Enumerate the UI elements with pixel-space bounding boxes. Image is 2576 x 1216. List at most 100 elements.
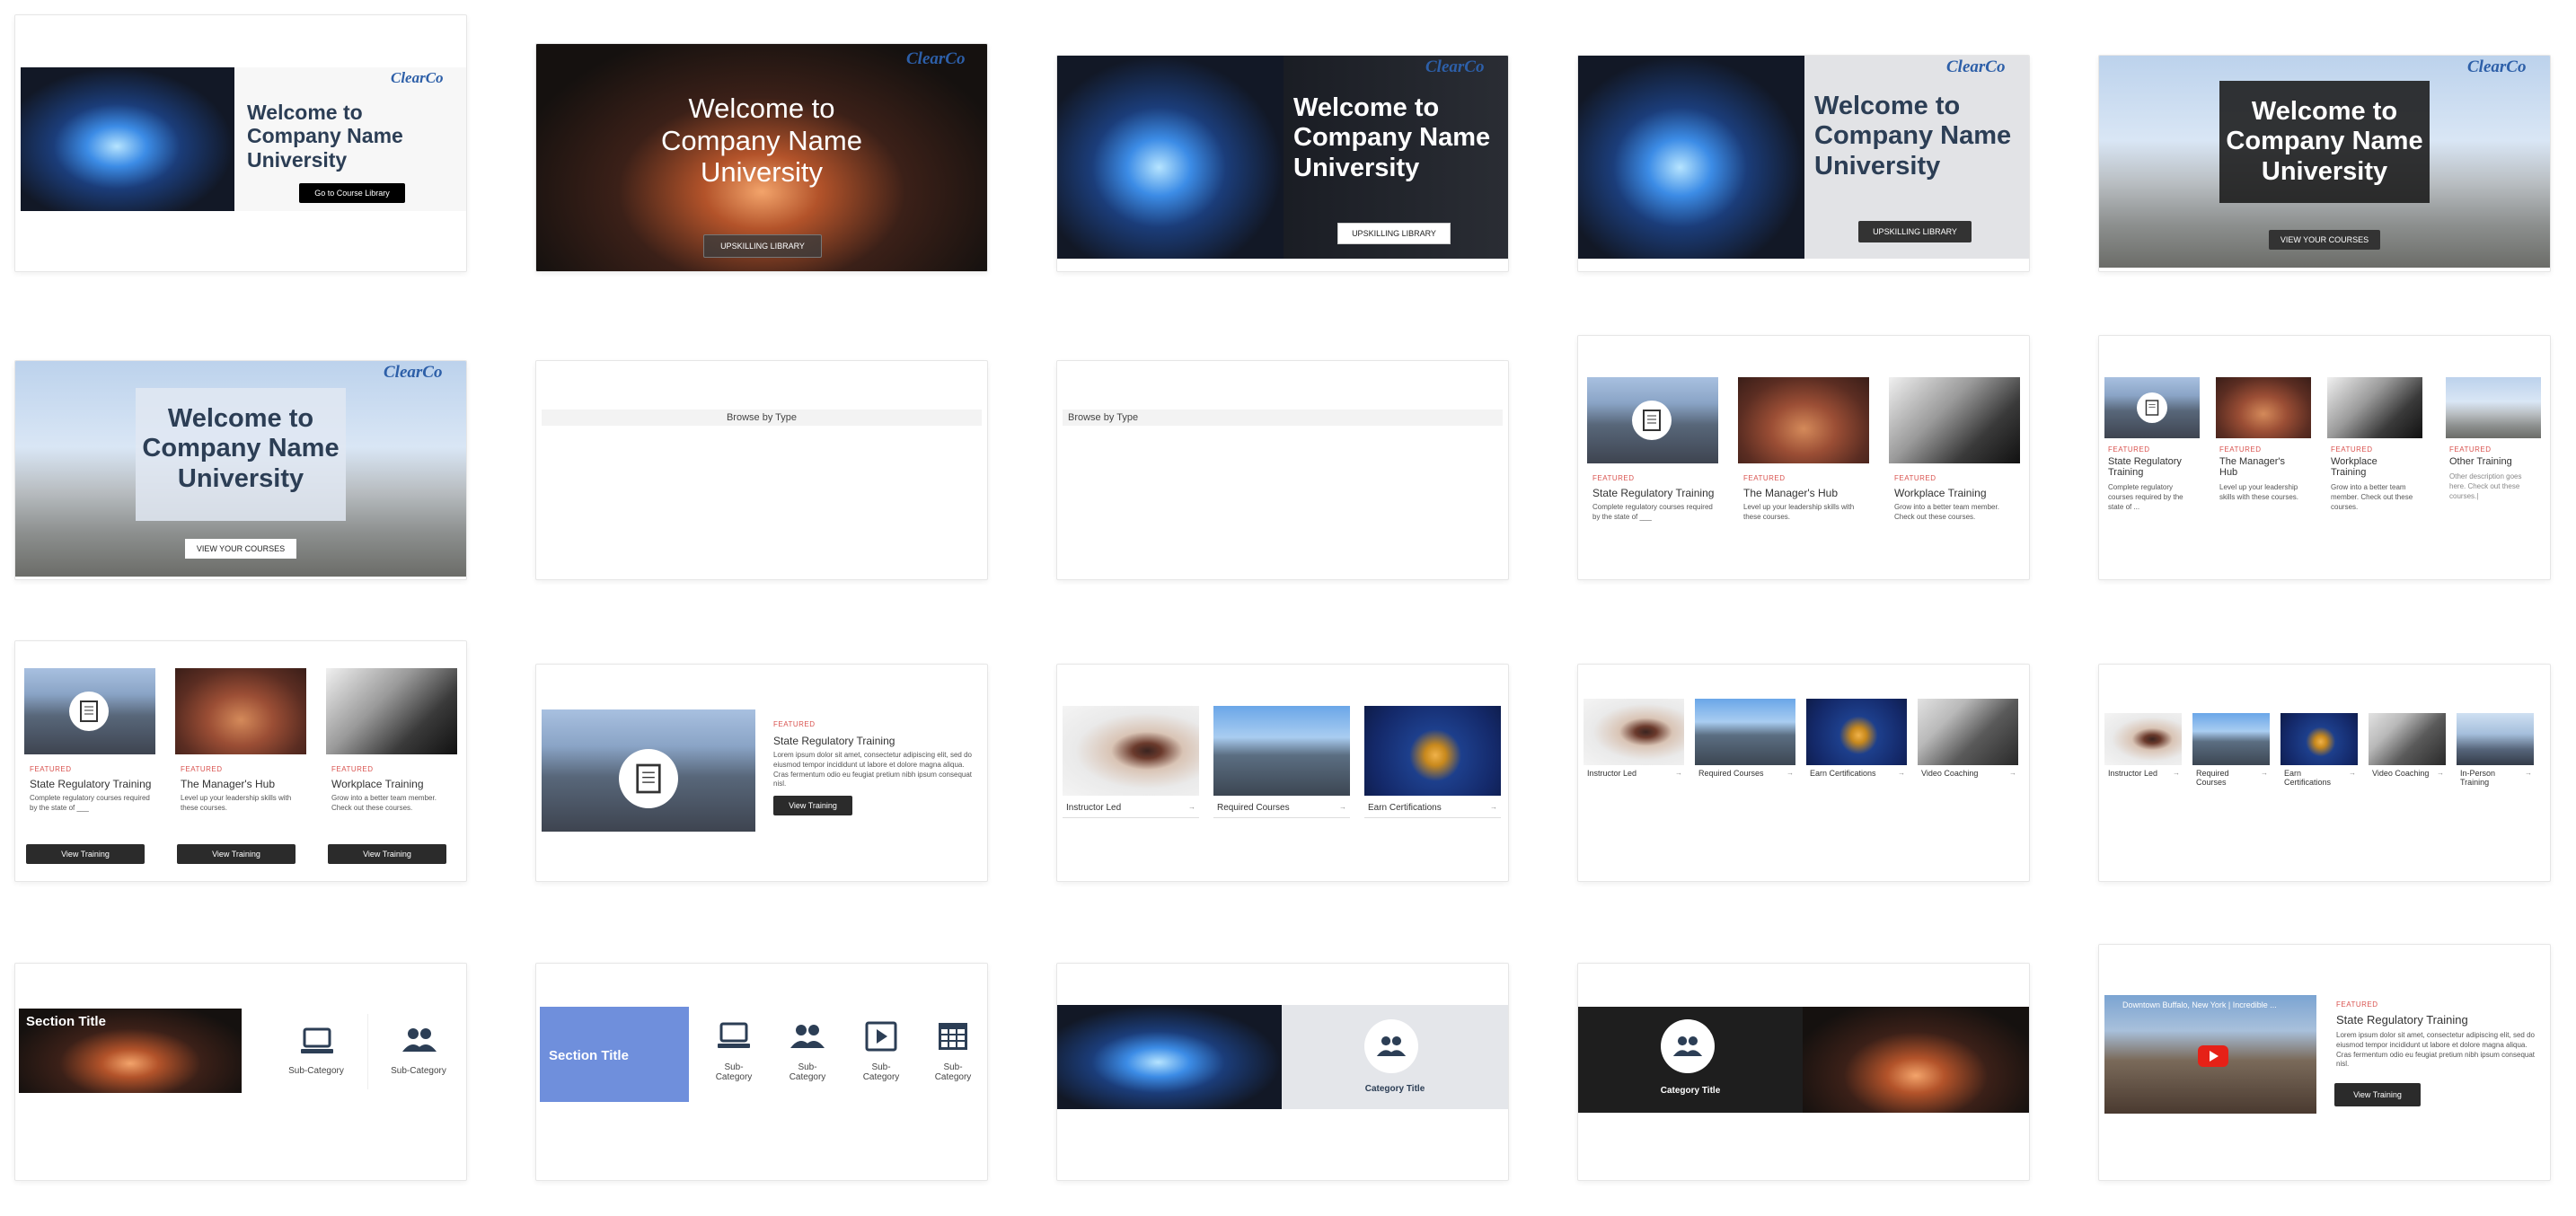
category-tile-earn[interactable]: Earn Certifications →	[2280, 713, 2358, 803]
document-badge-icon	[69, 692, 109, 731]
divider	[1364, 817, 1501, 818]
subcategory-users[interactable]: Sub-Category	[775, 1018, 840, 1116]
tile-workplace: FEATURED Workplace Training Grow into a …	[326, 668, 457, 875]
tile-state: FEATURED State Regulatory Training Compl…	[24, 668, 155, 875]
document-badge-icon	[1632, 401, 1672, 440]
skyline-photo	[2192, 713, 2270, 765]
hands-photo	[1889, 377, 2020, 463]
browse-by-type-left: Browse by Type	[1056, 360, 1509, 580]
view-training-button[interactable]: View Training	[328, 844, 446, 864]
category-tile-instructor[interactable]: Instructor Led →	[2104, 713, 2182, 803]
view-training-button[interactable]: View Training	[2334, 1083, 2421, 1106]
view-training-button[interactable]: View Training	[26, 844, 145, 864]
arrow-right-icon: →	[2525, 769, 2532, 777]
section-blue-subcategories: Section Title Sub- Category Sub- Category …	[535, 963, 988, 1181]
subcategory-video[interactable]: Sub- Category	[849, 1018, 913, 1116]
arrow-right-icon: →	[1339, 803, 1346, 811]
view-training-button[interactable]: View Training	[773, 796, 852, 815]
view-training-button[interactable]: View Training	[177, 844, 296, 864]
hero-variant-5: ClearCo Welcome to Company Name Universi…	[2098, 55, 2551, 272]
meeting-photo	[175, 668, 306, 754]
arrow-right-icon: →	[1675, 769, 1682, 777]
browse-title: Browse by Type	[1068, 412, 1139, 423]
hero-variant-2: ClearCo Welcome to Company Name Universi…	[535, 43, 988, 272]
welding-photo	[1057, 1005, 1282, 1109]
category-tile-required[interactable]: Required Courses →	[1695, 699, 1795, 789]
featured-video: Downtown Buffalo, New York | Incredible …	[2098, 944, 2551, 1181]
instructor-photo	[1063, 706, 1199, 796]
tile-state[interactable]: FEATURED State Regulatory Training Compl…	[2104, 377, 2200, 530]
users-icon	[1364, 1019, 1418, 1073]
category-title[interactable]: Category Title	[1578, 1086, 1803, 1096]
youtube-play-icon[interactable]	[2198, 1045, 2228, 1067]
arrow-right-icon: →	[2437, 769, 2444, 777]
section-title: Section Title	[549, 1048, 629, 1063]
certificate-photo	[2280, 713, 2358, 765]
hero-heading: Welcome to Company Name University	[2226, 97, 2423, 186]
subcategory-table[interactable]: Sub- Category	[921, 1018, 985, 1116]
view-your-courses-button[interactable]: VIEW YOUR COURSES	[2269, 230, 2380, 250]
arrow-right-icon: →	[1786, 769, 1794, 777]
hero-heading: Welcome to Company Name University	[142, 404, 340, 493]
category-tile-instructor[interactable]: Instructor Led →	[1584, 699, 1684, 789]
arrow-right-icon: →	[1898, 769, 1905, 777]
divider	[1063, 817, 1199, 818]
skyline-photo	[1213, 706, 1350, 796]
category-tile-in-person[interactable]: In-Person Training →	[2457, 713, 2537, 803]
hero-heading: Welcome to Company Name University	[247, 101, 403, 172]
brand-logo: ClearCo	[384, 363, 443, 382]
category-five-tiles: Instructor Led → Required Courses → Earn…	[2098, 664, 2551, 882]
category-tile-video[interactable]: Video Coaching →	[2369, 713, 2446, 803]
category-tile-video[interactable]: Video Coaching →	[1918, 699, 2018, 789]
brand-logo: ClearCo	[1946, 57, 2006, 76]
tile-workplace[interactable]: FEATURED Workplace Training Grow into a …	[1889, 377, 2020, 530]
instructor-photo	[2104, 713, 2182, 765]
users-icon	[1661, 1019, 1715, 1073]
divider	[367, 1014, 368, 1089]
subcategory-laptop[interactable]: Sub-Category	[267, 1023, 366, 1095]
divider	[1213, 817, 1350, 818]
browse-by-type-centered: Browse by Type	[535, 360, 988, 580]
subcategory-laptop[interactable]: Sub-Category	[701, 1018, 766, 1116]
video-caption: Downtown Buffalo, New York | Incredible …	[2122, 1000, 2277, 1009]
arrow-right-icon: →	[2173, 769, 2180, 777]
arrow-right-icon: →	[2009, 769, 2016, 777]
brand-logo: ClearCo	[391, 69, 444, 86]
welding-photo	[21, 67, 234, 211]
hero-variant-4: ClearCo Welcome to Company Name Universi…	[1577, 55, 2030, 272]
category-tile-required[interactable]: Required Courses →	[1213, 706, 1350, 823]
category-title[interactable]: Category Title	[1282, 1084, 1508, 1094]
section-title: Section Title	[26, 1014, 106, 1029]
featured-three-tiles-buttons: FEATURED State Regulatory Training Compl…	[14, 640, 467, 882]
document-badge-icon	[619, 749, 678, 808]
category-three-tiles: Instructor Led → Required Courses → Earn…	[1056, 664, 1509, 882]
section-sparks-subcategories: Section Title Sub-Category Sub-Category	[14, 963, 467, 1181]
view-your-courses-button[interactable]: VIEW YOUR COURSES	[185, 539, 296, 559]
upskilling-library-button[interactable]: UPSKILLING LIBRARY	[1337, 223, 1451, 244]
category-four-tiles: Instructor Led → Required Courses → Earn…	[1577, 664, 2030, 882]
city-photo	[2446, 377, 2541, 438]
document-badge-icon	[2137, 392, 2167, 423]
welding-photo	[1057, 56, 1284, 259]
tile-state[interactable]: FEATURED State Regulatory Training Compl…	[1587, 377, 1718, 530]
upskilling-library-button[interactable]: UPSKILLING LIBRARY	[1858, 221, 1972, 242]
category-tile-earn[interactable]: Earn Certifications →	[1806, 699, 1907, 789]
go-to-course-library-button[interactable]: Go to Course Library	[299, 183, 405, 203]
tile-hub[interactable]: FEATURED The Manager's Hub Level up your…	[2216, 377, 2311, 530]
tile-workplace[interactable]: FEATURED Workplace Training Grow into a …	[2327, 377, 2422, 530]
hero-variant-6: ClearCo Welcome to Company Name Universi…	[14, 360, 467, 580]
play-icon	[865, 1021, 897, 1052]
hands-photo	[326, 668, 457, 754]
meeting-photo	[2216, 377, 2311, 438]
laptop-icon	[301, 1027, 333, 1053]
subcategory-users[interactable]: Sub-Category	[378, 1023, 459, 1095]
certificate-photo	[1364, 706, 1501, 796]
instructor-photo	[1584, 699, 1684, 765]
meeting-photo	[1738, 377, 1869, 463]
upskilling-library-button[interactable]: UPSKILLING LIBRARY	[703, 234, 822, 258]
tile-hub[interactable]: FEATURED The Manager's Hub Level up your…	[1738, 377, 1869, 530]
category-tile-required[interactable]: Required Courses →	[2192, 713, 2270, 803]
tile-other[interactable]: FEATURED Other Training Other descriptio…	[2446, 377, 2545, 530]
category-tile-instructor[interactable]: Instructor Led →	[1063, 706, 1199, 823]
category-tile-earn[interactable]: Earn Certifications →	[1364, 706, 1501, 823]
